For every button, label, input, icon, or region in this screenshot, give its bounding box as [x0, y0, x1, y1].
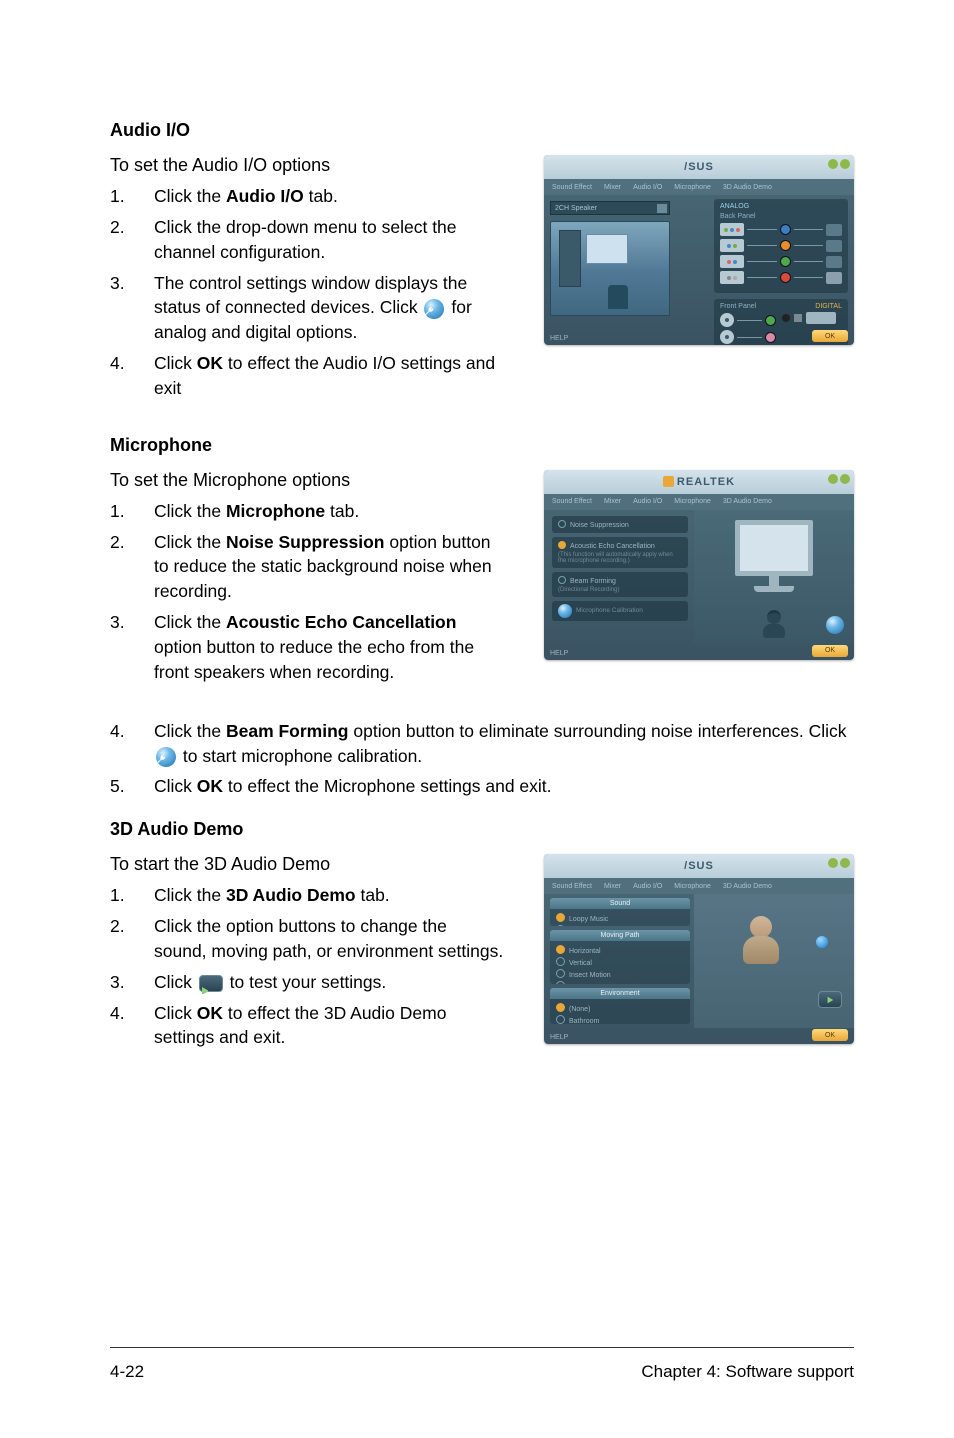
heading-microphone: Microphone	[110, 435, 854, 456]
step-number: 1.	[110, 184, 154, 209]
listener-icon	[743, 916, 779, 964]
audio-step-1: 1. Click the Audio I/O tab.	[110, 184, 504, 209]
intro-audio-io: To set the Audio I/O options	[110, 155, 504, 176]
step-number: 2.	[110, 215, 154, 265]
audio-step-2: 2. Click the drop-down menu to select th…	[110, 215, 504, 265]
intro-3d-demo: To start the 3D Audio Demo	[110, 854, 504, 875]
help-label[interactable]: HELP	[550, 335, 568, 342]
brand-realtek: REALTEK	[663, 476, 735, 488]
intro-microphone: To set the Microphone options	[110, 470, 504, 491]
screenshot-audio-io: /SUS Sound EffectMixer Audio I/OMicropho…	[544, 155, 854, 345]
group-moving-path: Moving Path Horizontal Vertical Insect M…	[550, 930, 690, 983]
demo-step-1: 1. Click the 3D Audio Demo tab.	[110, 883, 504, 908]
chapter-title: Chapter 4: Software support	[641, 1362, 854, 1382]
screenshot-3d-demo: /SUS Sound EffectMixer Audio I/OMicropho…	[544, 854, 854, 1044]
demo-step-3: 3. Click to test your settings.	[110, 970, 504, 995]
tab-bar[interactable]: Sound EffectMixer Audio I/OMicrophone 3D…	[544, 878, 854, 894]
window-controls[interactable]	[828, 858, 850, 868]
opt-horizontal[interactable]: Horizontal	[556, 944, 684, 956]
step-number: 4.	[110, 351, 154, 401]
opt-mic-calibration[interactable]: Microphone Calibration	[552, 601, 688, 621]
sound-source-icon[interactable]	[816, 936, 828, 948]
ok-button[interactable]: OK	[812, 645, 848, 657]
page-number: 4-22	[110, 1362, 144, 1382]
help-label[interactable]: HELP	[550, 650, 568, 657]
opt-env-bathroom[interactable]: Bathroom	[556, 1014, 684, 1025]
ok-button[interactable]: OK	[812, 330, 848, 342]
audio-step-4: 4. Click OK to effect the Audio I/O sett…	[110, 351, 504, 401]
mic-step-5: 5. Click OK to effect the Microphone set…	[110, 774, 854, 799]
step-number: 3.	[110, 271, 154, 346]
audio-step-3: 3. The control settings window displays …	[110, 271, 504, 346]
brand-asus: /SUS	[684, 161, 714, 173]
opt-noise-suppression[interactable]: Noise Suppression	[552, 516, 688, 533]
room-illustration	[550, 221, 670, 316]
tab-bar[interactable]: Sound EffectMixer Audio I/OMicrophone 3D…	[544, 179, 854, 195]
monitor-illustration	[735, 520, 813, 576]
opt-beam-forming[interactable]: Beam Forming(Directional Recording)	[552, 572, 688, 597]
window-controls[interactable]	[828, 159, 850, 169]
channel-dropdown[interactable]: 2CH Speaker	[550, 201, 670, 215]
mic-step-4: 4. Click the Beam Forming option button …	[110, 719, 854, 769]
opt-buzzing-bee[interactable]: Buzzing Bee	[556, 924, 684, 926]
wrench-icon	[424, 299, 444, 319]
screenshot-microphone: REALTEK Sound EffectMixer Audio I/OMicro…	[544, 470, 854, 660]
brand-asus: /SUS	[684, 860, 714, 872]
help-label[interactable]: HELP	[550, 1034, 568, 1041]
person-icon	[763, 610, 785, 638]
tab-bar[interactable]: Sound EffectMixer Audio I/OMicrophone 3D…	[544, 494, 854, 510]
mic-step-1: 1. Click the Microphone tab.	[110, 499, 504, 524]
settings-ball-icon[interactable]	[826, 616, 844, 634]
play-button[interactable]	[818, 991, 842, 1008]
wrench-icon	[156, 747, 176, 767]
heading-3d-demo: 3D Audio Demo	[110, 819, 854, 840]
group-environment: Environment (None) Bathroom Stone Corrid…	[550, 988, 690, 1025]
ok-button[interactable]: OK	[812, 1029, 848, 1041]
heading-audio-io: Audio I/O	[110, 120, 854, 141]
demo-step-2: 2. Click the option buttons to change th…	[110, 914, 504, 964]
play-icon	[199, 975, 223, 992]
opt-manual-h[interactable]: Manual - Horizontal	[556, 980, 684, 983]
opt-vertical[interactable]: Vertical	[556, 956, 684, 968]
group-sound: Sound Loopy Music Buzzing Bee	[550, 898, 690, 926]
wrench-icon	[558, 604, 572, 618]
opt-insect-motion[interactable]: Insect Motion	[556, 968, 684, 980]
opt-env-none[interactable]: (None)	[556, 1002, 684, 1014]
window-controls[interactable]	[828, 474, 850, 484]
opt-echo-cancellation[interactable]: Acoustic Echo Cancellation(This function…	[552, 537, 688, 568]
opt-loopy-music[interactable]: Loopy Music	[556, 912, 684, 924]
mic-step-2: 2. Click the Noise Suppression option bu…	[110, 530, 504, 605]
mic-step-3: 3. Click the Acoustic Echo Cancellation …	[110, 610, 504, 685]
demo-step-4: 4. Click OK to effect the 3D Audio Demo …	[110, 1001, 504, 1051]
analog-panel: ANALOG Back Panel	[714, 199, 848, 293]
